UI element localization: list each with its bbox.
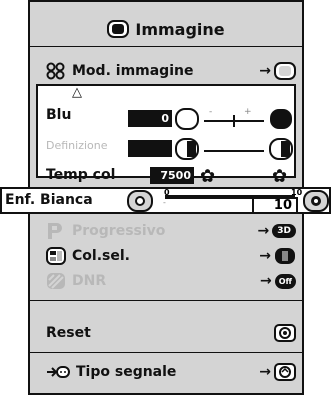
enf-bianca-label: Enf. Bianca [5, 192, 93, 208]
svg-text:-: - [209, 107, 212, 117]
page-title: Immagine [135, 19, 225, 39]
svg-text:+: + [244, 107, 252, 117]
arrow-right-icon: → [259, 364, 271, 380]
submenu-indicator: → [259, 247, 296, 265]
arrow-right-icon: → [257, 223, 270, 239]
more-blue-icon [270, 109, 292, 129]
increase-icon[interactable] [303, 190, 329, 212]
picture-mode-icon [46, 62, 65, 80]
menu-item-progressivo: Progressivo → 3D [46, 220, 296, 242]
definizione-value [128, 140, 172, 157]
submenu-indicator: → [259, 62, 296, 80]
menu-item-label: Tipo segnale [76, 364, 177, 380]
submenu-indicator: → Off [260, 273, 296, 289]
decrease-icon[interactable] [127, 190, 153, 212]
temp-col-value: 7500 [150, 167, 194, 184]
menu-item-label: Progressivo [72, 223, 166, 239]
menu-item-label: DNR [72, 273, 107, 289]
submenu-indicator: → 3D [258, 223, 296, 239]
menu-item-label: Definizione [46, 138, 108, 152]
progressive-icon [48, 223, 62, 239]
enf-bianca-value: 10 [252, 197, 298, 214]
off-badge-icon: Off [274, 273, 296, 289]
menu-item-dnr: DNR → Off [46, 270, 296, 292]
enf-bianca-minus: - [163, 198, 166, 207]
title-divider [28, 46, 304, 47]
menu-item-label: Blu [46, 107, 72, 123]
signal-input-icon [47, 366, 70, 378]
warm-icon: ✿ [200, 166, 215, 187]
menu-item-reset[interactable]: Reset [46, 322, 296, 344]
definizione-slider [175, 138, 293, 160]
section-divider [28, 300, 304, 301]
dnr-icon [47, 273, 65, 289]
reset-icon [274, 324, 296, 342]
blu-slider[interactable]: - + [174, 106, 296, 132]
submenu-indicator: → [259, 363, 296, 381]
less-blue-icon [175, 108, 199, 130]
arrow-right-icon: → [259, 63, 271, 79]
menu-title: Immagine [28, 14, 304, 44]
menu-item-label: Mod. immagine [72, 63, 194, 79]
color-icon [275, 248, 295, 264]
signal-type-icon [274, 363, 296, 381]
scroll-up-icon[interactable]: △ [72, 85, 82, 100]
menu-item-label: Col.sel. [72, 248, 130, 264]
arrow-right-icon: → [259, 248, 271, 264]
menu-item-label: Temp col [46, 167, 116, 183]
color-select-icon [46, 247, 66, 265]
3d-badge-icon: 3D [272, 224, 296, 238]
picture-icon [274, 62, 296, 80]
section-divider [28, 352, 304, 353]
blu-value: 0 [128, 110, 172, 127]
menu-item-label: Reset [46, 325, 91, 341]
cool-icon: ✿ [272, 166, 287, 187]
picture-icon [107, 20, 130, 38]
arrow-right-icon: → [259, 273, 272, 289]
temp-col-slider[interactable]: ✿ ✿ [198, 162, 298, 188]
menu-item-col-sel[interactable]: Col.sel. → [46, 245, 296, 267]
menu-item-tipo-segnale[interactable]: Tipo segnale → [46, 361, 296, 383]
menu-item-mod-immagine[interactable]: Mod. immagine → [46, 60, 296, 82]
